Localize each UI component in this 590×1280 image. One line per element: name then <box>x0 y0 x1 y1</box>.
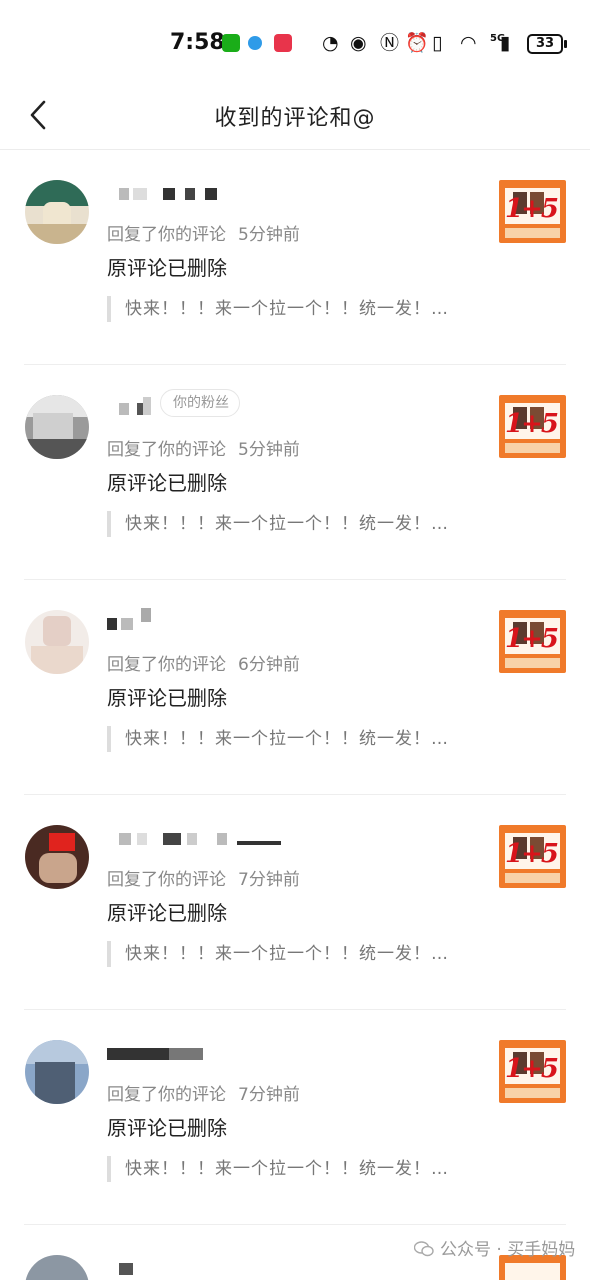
comment-meta: 回复了你的评论 5分钟前 <box>107 220 300 245</box>
thumbnail-text: 1+5 <box>505 1054 559 1084</box>
thumbnail-text: 1+5 <box>505 194 559 224</box>
comment-content: 原评论已删除 <box>107 1116 227 1140</box>
post-thumbnail[interactable]: 1+5 <box>499 610 566 673</box>
comment-content: 原评论已删除 <box>107 256 227 280</box>
app-notification-icon <box>274 34 292 52</box>
comment-item[interactable]: 回复了你的评论 7分钟前 原评论已删除 快来！！！来一个拉一个！！统一发！… 1+… <box>0 1010 590 1225</box>
comment-action: 回复了你的评论 <box>107 440 226 460</box>
thumbnail-text: 1+5 <box>505 409 559 439</box>
quoted-comment[interactable]: 快来！！！来一个拉一个！！统一发！… <box>107 296 449 322</box>
comment-action: 回复了你的评论 <box>107 655 226 675</box>
wechat-icon <box>222 34 240 52</box>
comment-content: 原评论已删除 <box>107 686 227 710</box>
quoted-comment[interactable]: 快来！！！来一个拉一个！！统一发！… <box>107 941 449 967</box>
battery-tip <box>564 40 567 48</box>
comment-item[interactable]: 回复了你的评论 6分钟前 原评论已删除 快来！！！来一个拉一个！！统一发！… 1+… <box>0 580 590 795</box>
comment-time: 5分钟前 <box>238 440 300 460</box>
comment-meta: 回复了你的评论 7分钟前 <box>107 865 300 890</box>
comment-content: 原评论已删除 <box>107 471 227 495</box>
comment-item[interactable]: 回复了你的评论 5分钟前 原评论已删除 快来！！！来一个拉一个！！统一发！… 1+… <box>0 150 590 365</box>
nfc-icon: Ⓝ <box>380 32 400 54</box>
avatar[interactable] <box>25 395 89 459</box>
thumbnail-text: 1+5 <box>505 624 559 654</box>
fan-badge: 你的粉丝 <box>160 389 240 417</box>
watermark-text: 公众号 · 买手妈妈 <box>440 1240 576 1260</box>
title-bar: 收到的评论和@ <box>0 88 590 150</box>
status-time: 7:58 <box>170 30 225 55</box>
post-thumbnail[interactable]: 1+5 <box>499 395 566 458</box>
watermark: 公众号 · 买手妈妈 <box>414 1236 575 1264</box>
comment-item[interactable]: 回复了你的评论 7分钟前 原评论已删除 快来！！！来一个拉一个！！统一发！… 1+… <box>0 795 590 1010</box>
comment-item[interactable]: 你的粉丝 回复了你的评论 5分钟前 原评论已删除 快来！！！来一个拉一个！！统一发… <box>0 365 590 580</box>
comment-action: 回复了你的评论 <box>107 225 226 245</box>
post-thumbnail[interactable]: 1+5 <box>499 180 566 243</box>
signal-icon: ▮ <box>500 32 511 54</box>
avatar[interactable] <box>25 610 89 674</box>
quoted-comment[interactable]: 快来！！！来一个拉一个！！统一发！… <box>107 726 449 752</box>
alarm-icon: ⏰ <box>405 32 429 54</box>
comment-content: 原评论已删除 <box>107 901 227 925</box>
speedometer-icon: ◔ <box>322 32 339 54</box>
thumbnail-text: 1+5 <box>505 839 559 869</box>
comment-meta: 回复了你的评论 5分钟前 <box>107 435 300 460</box>
comment-meta: 回复了你的评论 6分钟前 <box>107 650 300 675</box>
avatar[interactable] <box>25 1255 89 1280</box>
wifi-icon: ◠ <box>460 32 477 54</box>
comment-action: 回复了你的评论 <box>107 1085 226 1105</box>
avatar[interactable] <box>25 1040 89 1104</box>
wechat-icon <box>414 1241 434 1257</box>
status-bar: 7:58 ◔ ◉ Ⓝ ⏰ ▯ ◠ 5G ▮ 33 <box>0 0 590 88</box>
post-thumbnail[interactable]: 1+5 <box>499 1040 566 1103</box>
comment-time: 7分钟前 <box>238 1085 300 1105</box>
browser-icon <box>248 36 262 50</box>
comment-meta: 回复了你的评论 7分钟前 <box>107 1080 300 1105</box>
avatar[interactable] <box>25 825 89 889</box>
comment-time: 6分钟前 <box>238 655 300 675</box>
eye-icon: ◉ <box>350 32 367 54</box>
comment-time: 5分钟前 <box>238 225 300 245</box>
comment-action: 回复了你的评论 <box>107 870 226 890</box>
comment-time: 7分钟前 <box>238 870 300 890</box>
vibrate-icon: ▯ <box>432 32 443 54</box>
quoted-comment[interactable]: 快来！！！来一个拉一个！！统一发！… <box>107 511 449 537</box>
page-title: 收到的评论和@ <box>214 106 376 131</box>
quoted-comment[interactable]: 快来！！！来一个拉一个！！统一发！… <box>107 1156 449 1182</box>
battery-icon: 33 <box>527 34 563 54</box>
avatar[interactable] <box>25 180 89 244</box>
post-thumbnail[interactable]: 1+5 <box>499 825 566 888</box>
